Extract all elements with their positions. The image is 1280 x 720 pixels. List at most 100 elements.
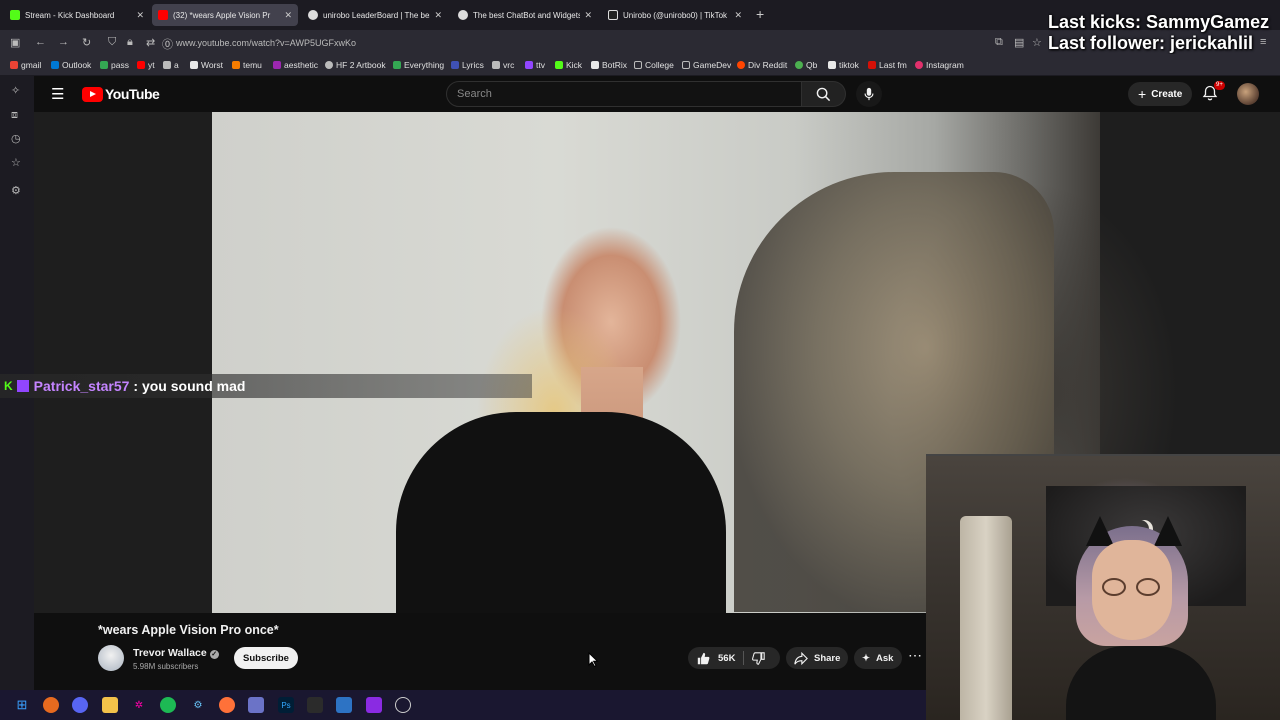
settings-icon[interactable]: ⚙ (11, 184, 21, 197)
share-icon (794, 651, 808, 665)
platform-badge-icon (16, 380, 29, 392)
vrc-icon (492, 61, 500, 69)
account-avatar[interactable] (1237, 83, 1259, 105)
close-icon[interactable]: ✕ (284, 10, 292, 21)
app-icon[interactable]: ✲ (131, 697, 147, 713)
bookmarks-icon[interactable]: ☆ (11, 156, 21, 169)
bookmark-lastfm[interactable]: Last fm (868, 60, 907, 70)
bookmark-label: temu (243, 60, 262, 70)
tab-unirobo-leaderboard[interactable]: unirobo LeaderBoard | The best ✕ (302, 4, 448, 26)
app-icon[interactable] (366, 697, 382, 713)
kick-icon (555, 61, 563, 69)
mouse-cursor-icon (588, 652, 599, 667)
share-button[interactable]: Share (786, 647, 848, 669)
bookmark-ttv[interactable]: ttv (525, 60, 545, 70)
forward-icon[interactable]: → (58, 36, 69, 48)
bookmark-a[interactable]: a (163, 60, 179, 70)
photoshop-icon[interactable]: Ps (278, 697, 294, 713)
discord-icon[interactable] (72, 697, 88, 713)
bookmark-temu[interactable]: temu (232, 60, 262, 70)
youtube-play-icon (82, 86, 103, 102)
info-icon[interactable]: ⓪ (162, 36, 173, 52)
app-icon[interactable] (336, 697, 352, 713)
bookmark-tiktok[interactable]: tiktok (828, 60, 859, 70)
bookmark-lyrics[interactable]: Lyrics (451, 60, 484, 70)
channel-name[interactable]: Trevor Wallace ✓ (133, 647, 219, 659)
terminal-icon[interactable] (307, 697, 323, 713)
sync-icon[interactable]: ⧈ (11, 109, 18, 122)
tab-kick-dashboard[interactable]: Stream - Kick Dashboard ✕ (4, 4, 150, 26)
sidebar-toggle-icon[interactable]: ▣ (10, 36, 20, 49)
close-icon[interactable]: ✕ (136, 10, 144, 21)
bookmark-hf2-artbook[interactable]: HF 2 Artbook (325, 60, 386, 70)
bookmark-qb[interactable]: Qb (795, 60, 817, 70)
voice-search-button[interactable] (856, 81, 882, 107)
bookmark-instagram[interactable]: Instagram (915, 60, 964, 70)
bookmark-yt[interactable]: yt (137, 60, 155, 70)
video-title: *wears Apple Vision Pro once* (98, 623, 279, 637)
bookmark-pass[interactable]: pass (100, 60, 129, 70)
bookmark-college[interactable]: College (634, 60, 674, 70)
file-explorer-icon[interactable] (102, 697, 118, 713)
search-input[interactable] (447, 82, 801, 106)
bookmark-kick[interactable]: Kick (555, 60, 582, 70)
stream-alerts-overlay: Last kicks: SammyGamez Last follower: je… (1048, 12, 1280, 54)
subscribe-button[interactable]: Subscribe (234, 647, 298, 669)
screenshot-icon[interactable]: ⧉ (995, 36, 1003, 49)
ask-button[interactable]: ✦ Ask (854, 647, 902, 669)
lock-icon[interactable]: 🔒︎ (127, 36, 133, 49)
firefox-alt-icon[interactable] (43, 697, 59, 713)
bookmark-gmail[interactable]: gmail (10, 60, 41, 70)
bookmark-label: aesthetic (284, 60, 319, 70)
qb-icon (795, 61, 803, 69)
spotify-icon[interactable] (160, 697, 176, 713)
shield-icon[interactable]: ⛉ (108, 36, 116, 49)
more-actions-icon[interactable]: ⋯ (908, 647, 922, 664)
create-button[interactable]: + Create (1128, 82, 1193, 106)
reload-icon[interactable]: ↻ (82, 36, 91, 49)
reader-icon[interactable]: ▤ (1014, 36, 1024, 49)
bookmark-outlook[interactable]: Outlook (51, 60, 91, 70)
bookmark-label: Kick (566, 60, 583, 70)
dislike-icon[interactable] (752, 651, 766, 665)
settings-icon[interactable] (395, 697, 411, 713)
back-icon[interactable]: ← (35, 36, 46, 48)
globe-icon (325, 61, 333, 69)
youtube-logo[interactable]: YouTube (82, 86, 160, 102)
tab-chatbot-widgets[interactable]: The best ChatBot and Widgets ✕ (452, 4, 598, 26)
ai-sparkle-icon[interactable]: ✧ (11, 84, 20, 97)
lastfm-icon (868, 61, 876, 69)
globe-icon (458, 10, 468, 20)
bookmark-label: HF 2 Artbook (336, 60, 386, 70)
bookmark-label: yt (148, 60, 155, 70)
tab-youtube-video[interactable]: (32) *wears Apple Vision Pr ✕ (152, 4, 298, 26)
close-icon[interactable]: ✕ (734, 10, 742, 21)
bookmark-div-reddit[interactable]: Div Reddit (737, 60, 787, 70)
bookmark-botrix[interactable]: BotRix (591, 60, 627, 70)
bookmark-everything[interactable]: Everything (393, 60, 444, 70)
bookmark-aesthetic[interactable]: aesthetic (273, 60, 318, 70)
windows-start-icon[interactable]: ⊞ (14, 697, 30, 713)
bookmark-gamedev[interactable]: GameDev (682, 60, 731, 70)
close-icon[interactable]: ✕ (434, 10, 442, 21)
bookmark-label: Qb (806, 60, 818, 70)
channel-avatar[interactable] (98, 645, 124, 671)
bookmark-star-icon[interactable]: ☆ (1032, 36, 1042, 49)
new-tab-button[interactable]: + (756, 6, 764, 22)
notepad-icon[interactable] (248, 697, 264, 713)
bookmark-vrc[interactable]: vrc (492, 60, 514, 70)
like-icon[interactable] (697, 652, 710, 665)
address-bar[interactable]: www.youtube.com/watch?v=AWP5UGFxwKo (176, 38, 356, 48)
bookmark-worst[interactable]: Worst (190, 60, 223, 70)
tab-tiktok[interactable]: Unirobo (@unirobo0) | TikTok ✕ (602, 4, 748, 26)
search-button[interactable] (802, 81, 846, 107)
lyrics-icon (451, 61, 459, 69)
bookmark-label: vrc (503, 60, 515, 70)
firefox-icon[interactable] (219, 697, 235, 713)
youtube-header: ☰ YouTube + Create 9+ (34, 76, 1280, 112)
close-icon[interactable]: ✕ (584, 10, 592, 21)
history-icon[interactable]: ◷ (11, 132, 21, 145)
steam-icon[interactable]: ⚙ (190, 697, 206, 713)
permissions-icon[interactable]: ⇄ (146, 36, 155, 49)
hamburger-menu-icon[interactable]: ☰ (51, 85, 64, 103)
